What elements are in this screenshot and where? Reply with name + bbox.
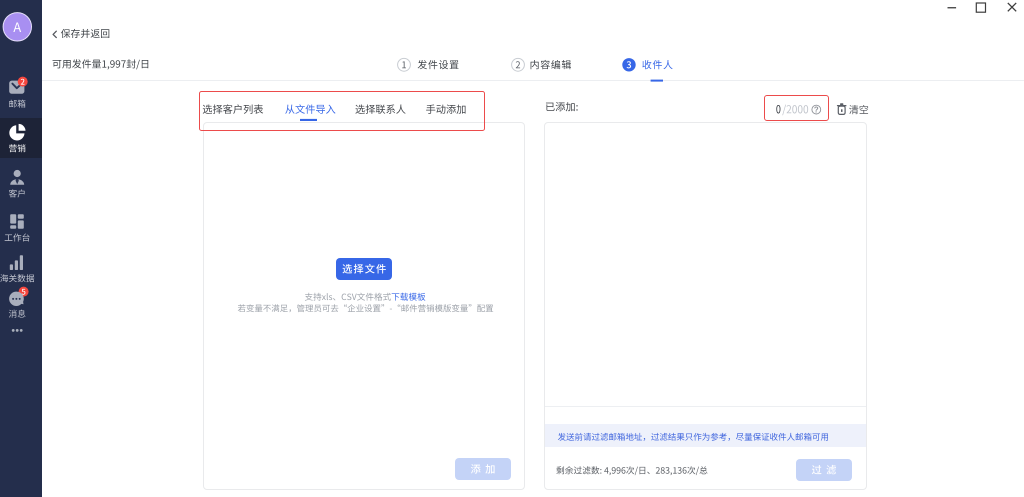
svg-text:?: ? (814, 106, 819, 115)
